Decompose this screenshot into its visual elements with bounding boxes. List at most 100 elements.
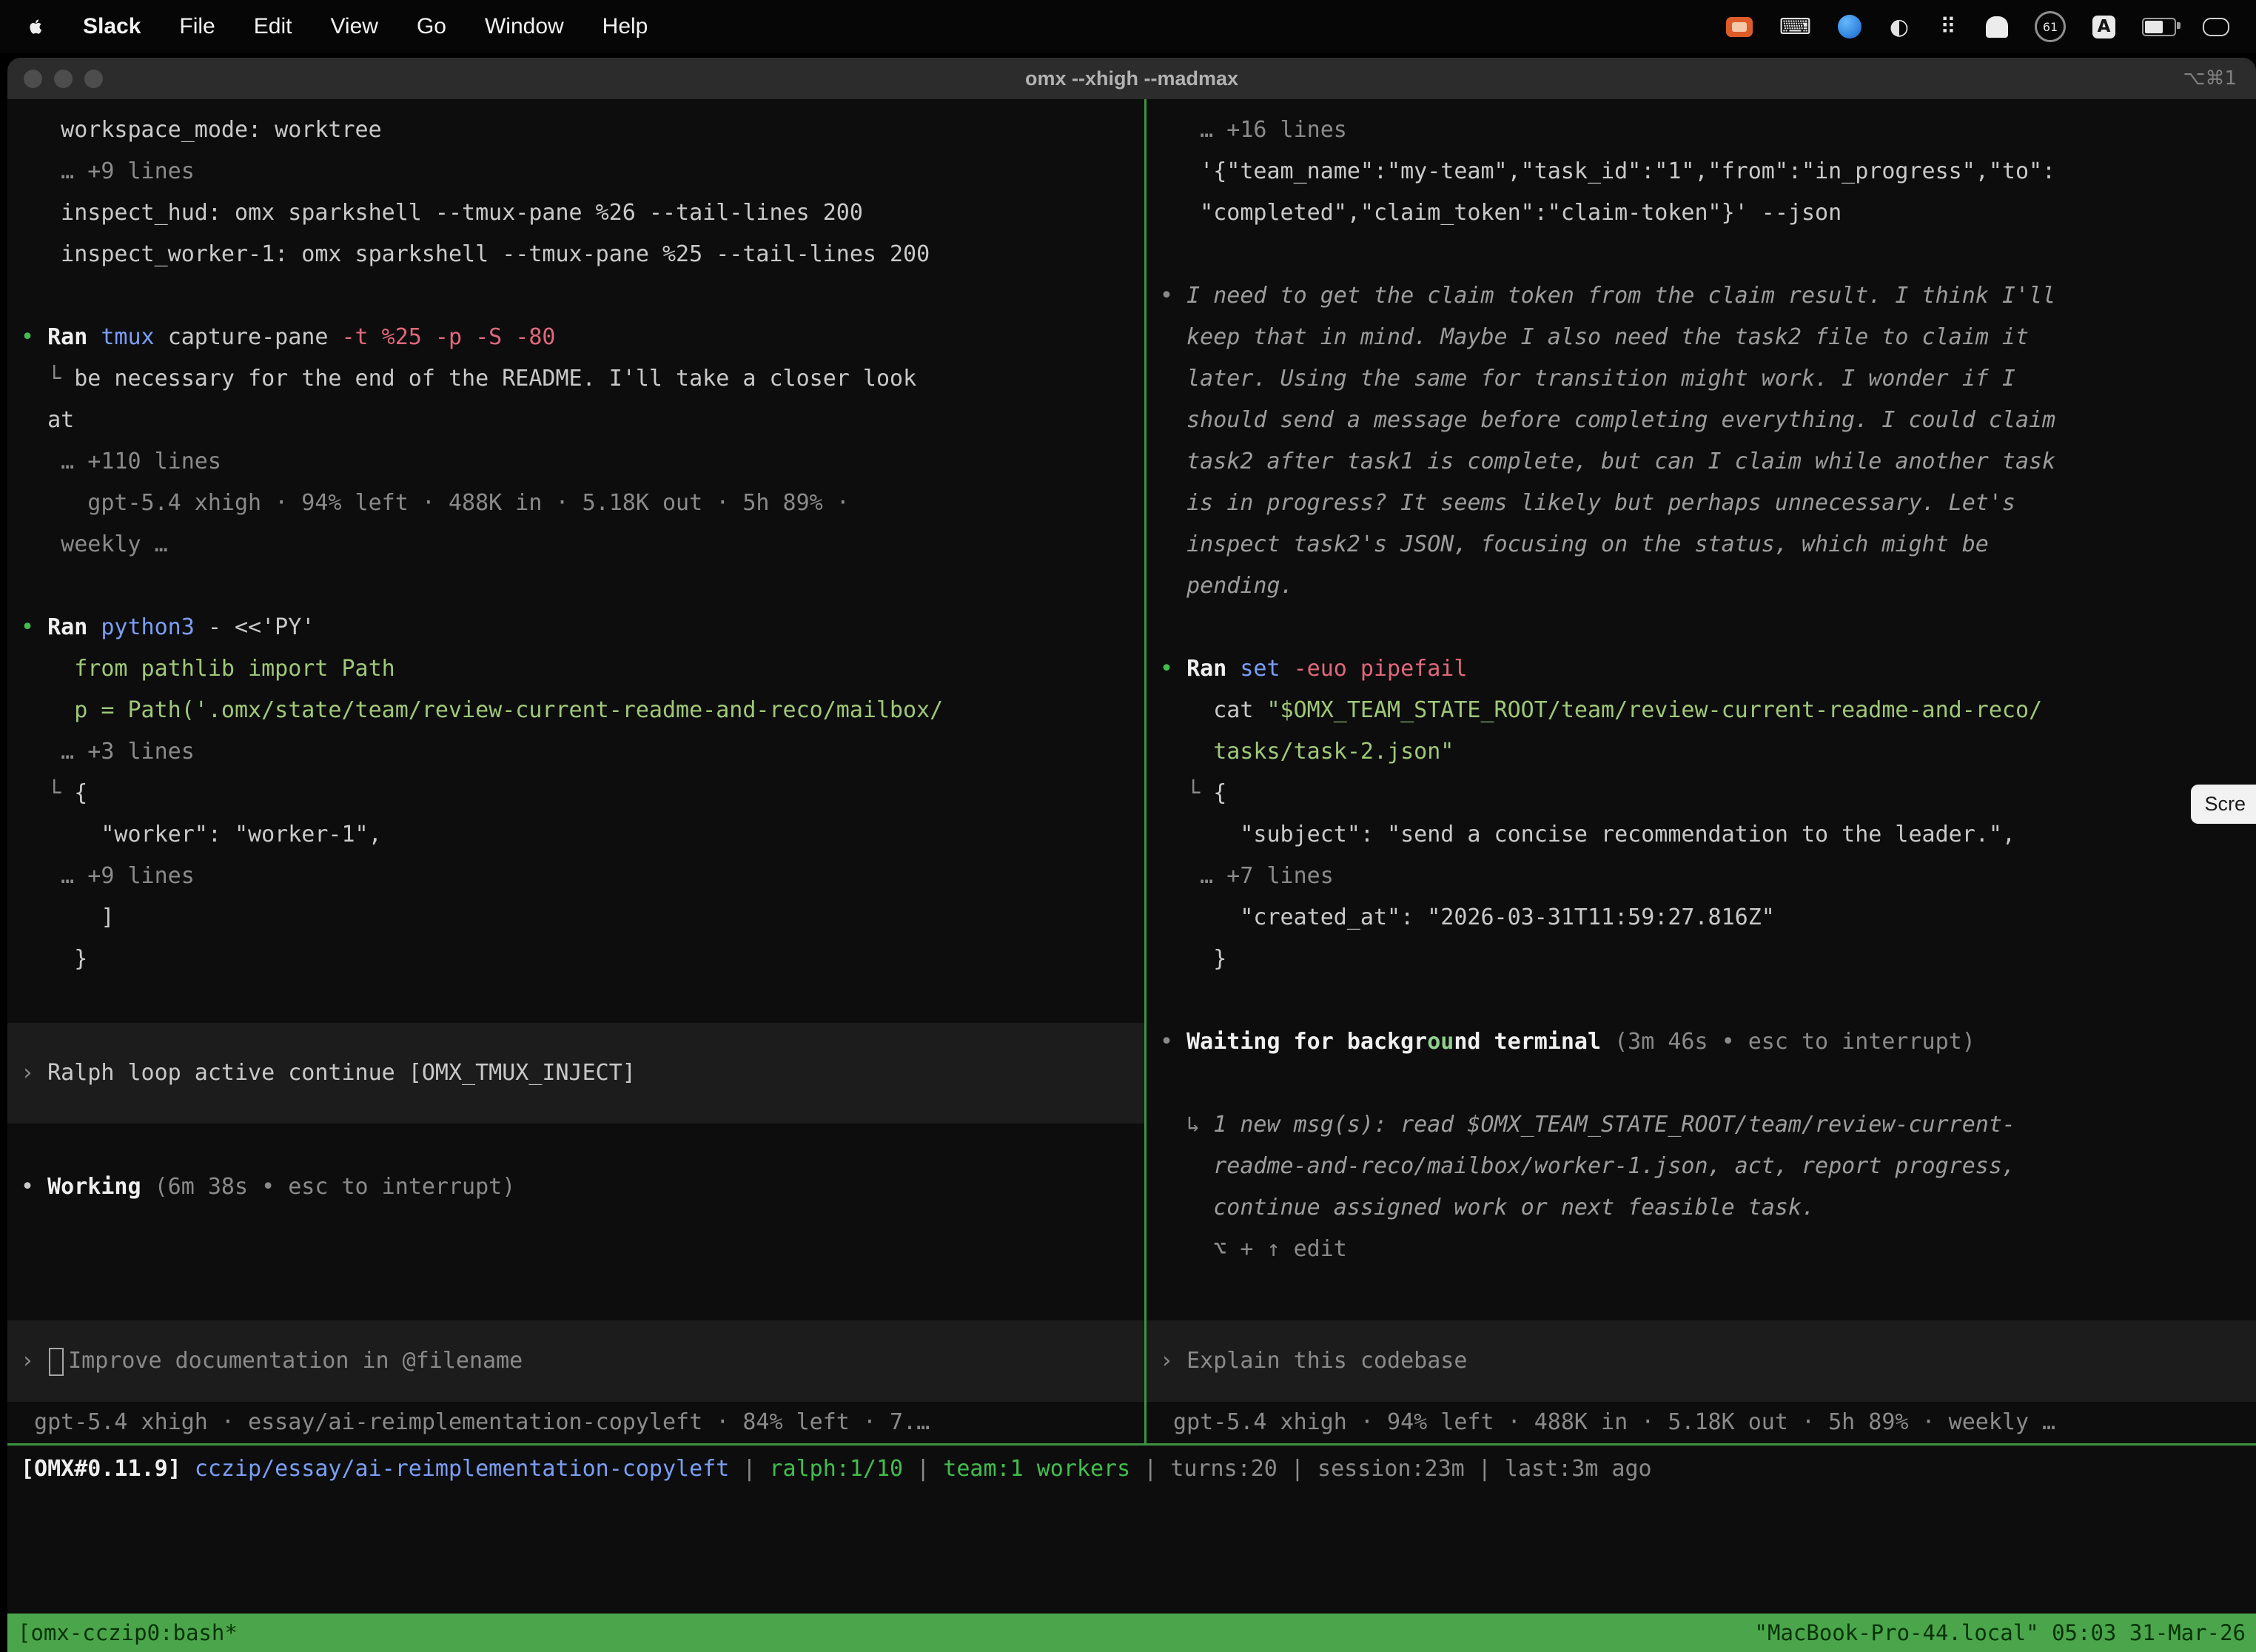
terminal-line: p = Path('.omx/state/team/review-current…	[7, 690, 1144, 731]
terminal-line: inspect task2's JSON, focusing on the st…	[1147, 524, 2256, 565]
terminal-line: }	[1147, 939, 2256, 980]
title-bar[interactable]: omx --xhigh --madmax ⌥⌘1	[7, 58, 2256, 99]
terminal-line: "created_at": "2026-03-31T11:59:27.816Z"	[1147, 897, 2256, 939]
battery-percent-badge[interactable]: 61	[2035, 11, 2066, 42]
control-center-icon[interactable]	[2203, 18, 2229, 36]
keyboard-icon[interactable]: ⌨	[1779, 13, 1811, 41]
minimize-button[interactable]	[54, 70, 73, 88]
menu-bar-left: Slack File Edit View Go Window Help	[27, 14, 648, 39]
terminal: workspace_mode: worktree … +9 lines insp…	[7, 99, 2256, 1652]
terminal-line: [OMX#0.11.9] cczip/essay/ai-reimplementa…	[7, 1448, 1652, 1490]
terminal-line: continue assigned work or next feasible …	[1147, 1187, 2256, 1229]
terminal-line: › Improve documentation in @filename	[7, 1340, 1144, 1382]
traffic-lights	[7, 70, 103, 88]
terminal-line	[1147, 607, 2256, 648]
inject-banner: › Ralph loop active continue [OMX_TMUX_I…	[7, 1023, 1144, 1124]
terminal-line: … +3 lines	[7, 731, 1144, 773]
terminal-line: └ be necessary for the end of the README…	[7, 358, 1144, 400]
terminal-line: should send a message before completing …	[1147, 400, 2256, 441]
terminal-line: is in progress? It seems likely but perh…	[1147, 483, 2256, 524]
safari-icon[interactable]	[1838, 15, 1861, 38]
terminal-line: • Ran python3 - <<'PY'	[7, 607, 1144, 648]
terminal-line	[1147, 1063, 2256, 1104]
contrast-icon[interactable]: ◐	[1888, 13, 1910, 41]
terminal-line: from pathlib import Path	[7, 648, 1144, 690]
terminal-empty-area	[7, 1493, 2256, 1614]
menu-help[interactable]: Help	[602, 14, 648, 39]
ghost-icon[interactable]	[1986, 16, 2008, 38]
terminal-line: inspect_worker-1: omx sparkshell --tmux-…	[7, 234, 1144, 275]
terminal-line: cat "$OMX_TEAM_STATE_ROOT/team/review-cu…	[1147, 690, 2256, 731]
screen-recording-indicator[interactable]	[1726, 17, 1753, 37]
close-button[interactable]	[24, 70, 42, 88]
terminal-line: '{"team_name":"my-team","task_id":"1","f…	[1147, 151, 2256, 192]
terminal-line: • Working (6m 38s • esc to interrupt)	[7, 1166, 1144, 1208]
scrollback: workspace_mode: worktree … +9 lines insp…	[7, 110, 1144, 1021]
terminal-line: ⌥ + ↑ edit	[1147, 1229, 2256, 1270]
window-title: omx --xhigh --madmax	[7, 67, 2256, 90]
apps-grid-icon[interactable]: ⠿	[1937, 13, 1959, 41]
terminal-line: … +9 lines	[7, 856, 1144, 897]
menu-file[interactable]: File	[179, 14, 215, 39]
terminal-line: at	[7, 400, 1144, 441]
menu-bar: Slack File Edit View Go Window Help ⌨ ◐ ⠿ 6…	[0, 0, 2256, 53]
prompt-input[interactable]: › Improve documentation in @filename	[7, 1320, 1144, 1402]
app-menu-slack[interactable]: Slack	[83, 14, 141, 39]
terminal-window: omx --xhigh --madmax ⌥⌘1 workspace_mode:…	[7, 58, 2256, 1652]
terminal-line: pending.	[1147, 565, 2256, 607]
terminal-line: workspace_mode: worktree	[7, 110, 1144, 151]
model-status: gpt-5.4 xhigh · essay/ai-reimplementatio…	[7, 1402, 1144, 1443]
terminal-line	[7, 1125, 1144, 1166]
scrollback: … +16 lines '{"team_name":"my-team","tas…	[1147, 110, 2256, 1270]
terminal-line: later. Using the same for transition mig…	[1147, 358, 2256, 400]
terminal-line: • Ran tmux capture-pane -t %25 -p -S -80	[7, 317, 1144, 358]
menu-status-icons: ⌨ ◐ ⠿ 61 A	[1726, 11, 2229, 42]
pane-spacer	[1147, 1270, 2256, 1320]
working-status: • Working (6m 38s • esc to interrupt)	[7, 1125, 1144, 1208]
terminal-line: … +110 lines	[7, 441, 1144, 483]
apple-menu-icon[interactable]	[27, 16, 44, 37]
terminal-line: "subject": "send a concise recommendatio…	[1147, 814, 2256, 856]
terminal-line: }	[7, 939, 1144, 980]
prompt-input[interactable]: › Explain this codebase	[1147, 1320, 2256, 1402]
terminal-line: gpt-5.4 xhigh · 94% left · 488K in · 5.1…	[7, 483, 1144, 524]
pane-spacer	[7, 1208, 1144, 1320]
screen: Slack File Edit View Go Window Help ⌨ ◐ ⠿ 6…	[0, 0, 2256, 1652]
zoom-button[interactable]	[84, 70, 103, 88]
terminal-line: ]	[7, 897, 1144, 939]
tmux-host-clock: "MacBook-Pro-44.local" 05:03 31-Mar-26	[1755, 1620, 2246, 1645]
window-shortcut-hint: ⌥⌘1	[2183, 67, 2256, 90]
omx-status-line: [OMX#0.11.9] cczip/essay/ai-reimplementa…	[7, 1446, 2256, 1493]
tmux-session-label: [omx-cczip0:bash*	[18, 1620, 238, 1645]
input-source-icon[interactable]: A	[2092, 16, 2115, 38]
screen-tooltip: Scre	[2191, 785, 2256, 824]
terminal-line: … +16 lines	[1147, 110, 2256, 151]
terminal-line: • Ran set -euo pipefail	[1147, 648, 2256, 690]
menu-edit[interactable]: Edit	[254, 14, 292, 39]
terminal-line: gpt-5.4 xhigh · 94% left · 488K in · 5.1…	[1147, 1402, 2256, 1443]
terminal-line	[7, 275, 1144, 317]
menu-window[interactable]: Window	[485, 14, 564, 39]
terminal-line	[7, 565, 1144, 607]
terminal-line: › Explain this codebase	[1147, 1340, 2256, 1382]
terminal-line: ↳ 1 new msg(s): read $OMX_TEAM_STATE_ROO…	[1147, 1104, 2256, 1146]
menu-view[interactable]: View	[330, 14, 377, 39]
battery-icon[interactable]	[2142, 18, 2176, 36]
terminal-line: "worker": "worker-1",	[7, 814, 1144, 856]
terminal-line: gpt-5.4 xhigh · essay/ai-reimplementatio…	[7, 1402, 1144, 1443]
terminal-line: › Ralph loop active continue [OMX_TMUX_I…	[7, 1052, 1144, 1094]
terminal-line: • Waiting for background terminal (3m 46…	[1147, 1021, 2256, 1063]
terminal-line: readme-and-reco/mailbox/worker-1.json, a…	[1147, 1146, 2256, 1187]
tmux-pane-right[interactable]: … +16 lines '{"team_name":"my-team","tas…	[1147, 99, 2256, 1443]
terminal-line: └ {	[7, 773, 1144, 814]
terminal-line	[1147, 980, 2256, 1021]
terminal-line: … +9 lines	[7, 151, 1144, 192]
terminal-line: keep that in mind. Maybe I also need the…	[1147, 317, 2256, 358]
tmux-pane-left[interactable]: workspace_mode: worktree … +9 lines insp…	[7, 99, 1144, 1443]
terminal-line: … +7 lines	[1147, 856, 2256, 897]
model-status: gpt-5.4 xhigh · 94% left · 488K in · 5.1…	[1147, 1402, 2256, 1443]
terminal-line	[1147, 234, 2256, 275]
terminal-line	[7, 980, 1144, 1021]
menu-go[interactable]: Go	[417, 14, 446, 39]
tmux-panes: workspace_mode: worktree … +9 lines insp…	[7, 99, 2256, 1443]
